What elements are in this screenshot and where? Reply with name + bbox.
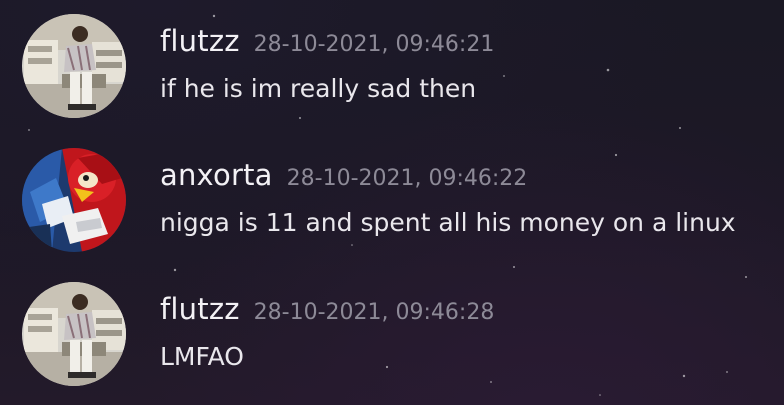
message-text: nigga is 11 and spent all his money on a… bbox=[160, 208, 736, 237]
office-scene-avatar-icon[interactable] bbox=[22, 14, 126, 118]
timestamp: 28-10-2021, 09:46:22 bbox=[286, 166, 528, 191]
chat-message: anxorta 28-10-2021, 09:46:22 nigga is 11 … bbox=[22, 148, 784, 258]
username[interactable]: anxorta bbox=[160, 158, 273, 192]
username[interactable]: flutzz bbox=[160, 24, 240, 58]
chat-message: flutzz 28-10-2021, 09:46:21 if he is im r… bbox=[22, 14, 784, 124]
username[interactable]: flutzz bbox=[160, 292, 240, 326]
chat-message: flutzz 28-10-2021, 09:46:28 LMFAO bbox=[22, 282, 784, 392]
red-blue-character-avatar-icon[interactable] bbox=[22, 148, 126, 252]
message-text: LMFAO bbox=[160, 342, 244, 371]
message-header: flutzz 28-10-2021, 09:46:28 bbox=[160, 292, 494, 326]
message-header: anxorta 28-10-2021, 09:46:22 bbox=[160, 158, 527, 192]
office-scene-avatar-icon[interactable] bbox=[22, 282, 126, 386]
timestamp: 28-10-2021, 09:46:28 bbox=[253, 300, 495, 325]
chat-log: flutzz 28-10-2021, 09:46:21 if he is im r… bbox=[0, 0, 784, 405]
message-header: flutzz 28-10-2021, 09:46:21 bbox=[160, 24, 494, 58]
message-text: if he is im really sad then bbox=[160, 74, 477, 103]
timestamp: 28-10-2021, 09:46:21 bbox=[253, 32, 495, 57]
